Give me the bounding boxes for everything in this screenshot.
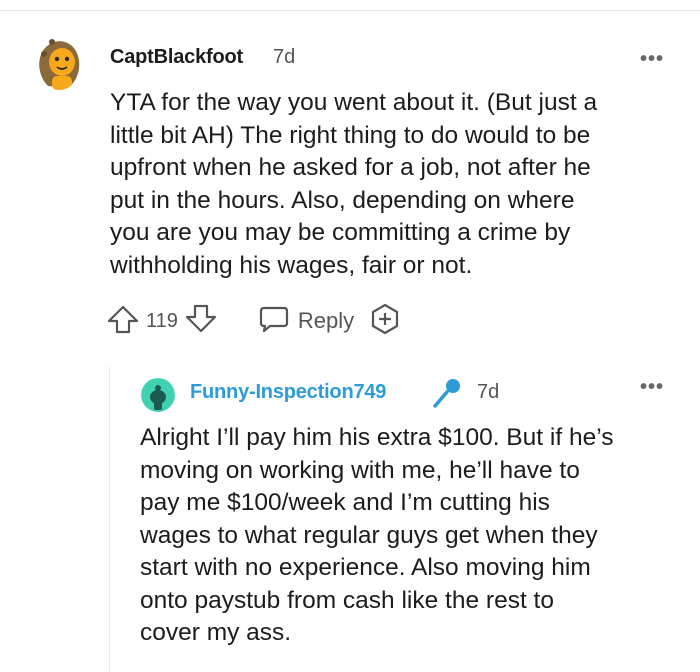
reply-line: Alright I’ll pay him his extra $100. But… xyxy=(140,424,614,451)
reply-line: moving on working with me, he’ll have to xyxy=(140,456,580,484)
reply-line: pay me $100/week and I’m cutting his xyxy=(140,489,550,516)
comment-actions: 119 Reply xyxy=(106,302,402,340)
vote-count: 119 xyxy=(146,309,178,332)
comment-age: 7d xyxy=(273,46,296,68)
reply-age: 7d xyxy=(477,381,500,403)
comment-body: YTA for the way you went about it. (But … xyxy=(110,87,597,282)
top-divider xyxy=(0,10,700,11)
microphone-icon xyxy=(429,376,463,415)
reply-button[interactable]: Reply xyxy=(258,304,354,339)
reply-line: wages to what regular guys get when they xyxy=(140,521,598,549)
comment-line: put in the hours. Also, depending on whe… xyxy=(110,186,575,214)
comment-line: YTA for the way you went about it. (But … xyxy=(110,89,598,116)
comment-line: withholding his wages, fair or not. xyxy=(110,251,473,279)
comment-author[interactable]: CaptBlackfoot xyxy=(110,46,243,69)
reply-user-avatar[interactable] xyxy=(141,378,175,412)
reply-author[interactable]: Funny-Inspection749 xyxy=(190,381,386,404)
speech-bubble-icon xyxy=(258,304,290,339)
reply-label: Reply xyxy=(297,308,355,333)
upvote-arrow-icon[interactable] xyxy=(106,304,140,339)
downvote-arrow-icon[interactable] xyxy=(184,304,218,339)
user-avatar[interactable] xyxy=(36,34,82,90)
award-plus-icon[interactable] xyxy=(368,302,402,341)
reply-line: onto paystub from cash like the rest to xyxy=(140,586,554,614)
reply-line: cover my ass. xyxy=(140,619,292,646)
reply-line: start with no experience. Also moving hi… xyxy=(140,554,591,581)
thread-line[interactable] xyxy=(109,366,110,672)
more-options-icon[interactable]: ••• xyxy=(640,49,664,69)
comment-line: you are you may be committing a crime by xyxy=(110,219,571,246)
reply-more-options-icon[interactable]: ••• xyxy=(640,377,664,397)
comment-line: little bit AH) The right thing to do wou… xyxy=(110,121,591,149)
comment-line: upfront when he asked for a job, not aft… xyxy=(110,154,591,181)
reply-body: Alright I’ll pay him his extra $100. But… xyxy=(140,422,613,650)
